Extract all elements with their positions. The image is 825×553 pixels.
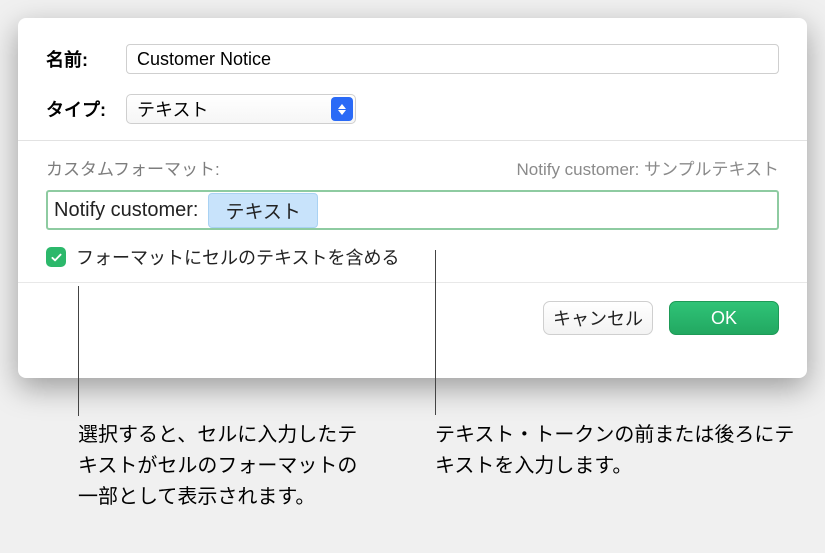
callout-checkbox-description: 選択すると、セルに入力したテキストがセルのフォーマットの一部として表示されます。 [78,420,358,513]
include-text-checkbox[interactable] [46,247,66,267]
format-prefix-text: Notify customer: [54,199,198,222]
type-select[interactable]: テキスト [126,94,356,124]
dialog-panel: 名前: タイプ: テキスト カスタムフォーマット: Notify custome… [18,18,807,378]
button-row: キャンセル OK [18,283,807,335]
type-value: テキスト [137,96,208,122]
format-field[interactable]: Notify customer: テキスト [46,190,779,230]
ok-button[interactable]: OK [669,301,779,335]
text-token[interactable]: テキスト [208,193,317,228]
name-row: 名前: [18,18,807,84]
include-text-label: フォーマットにセルのテキストを含める [76,244,399,270]
include-text-checkbox-row: フォーマットにセルのテキストを含める [18,240,807,282]
custom-format-preview: Notify customer: サンプルテキスト [516,155,779,180]
type-row: タイプ: テキスト [18,84,807,134]
name-input[interactable] [126,44,779,74]
checkmark-icon [50,251,63,264]
callout-token-description: テキスト・トークンの前または後ろにテキストを入力します。 [435,420,795,482]
cancel-button[interactable]: キャンセル [543,301,653,335]
callout-connector [78,286,79,416]
name-label: 名前: [46,46,126,72]
callout-connector [435,250,436,415]
custom-format-header: カスタムフォーマット: Notify customer: サンプルテキスト [18,141,807,186]
custom-format-label: カスタムフォーマット: [46,155,220,180]
type-label: タイプ: [46,96,126,122]
select-stepper-icon [331,97,353,121]
